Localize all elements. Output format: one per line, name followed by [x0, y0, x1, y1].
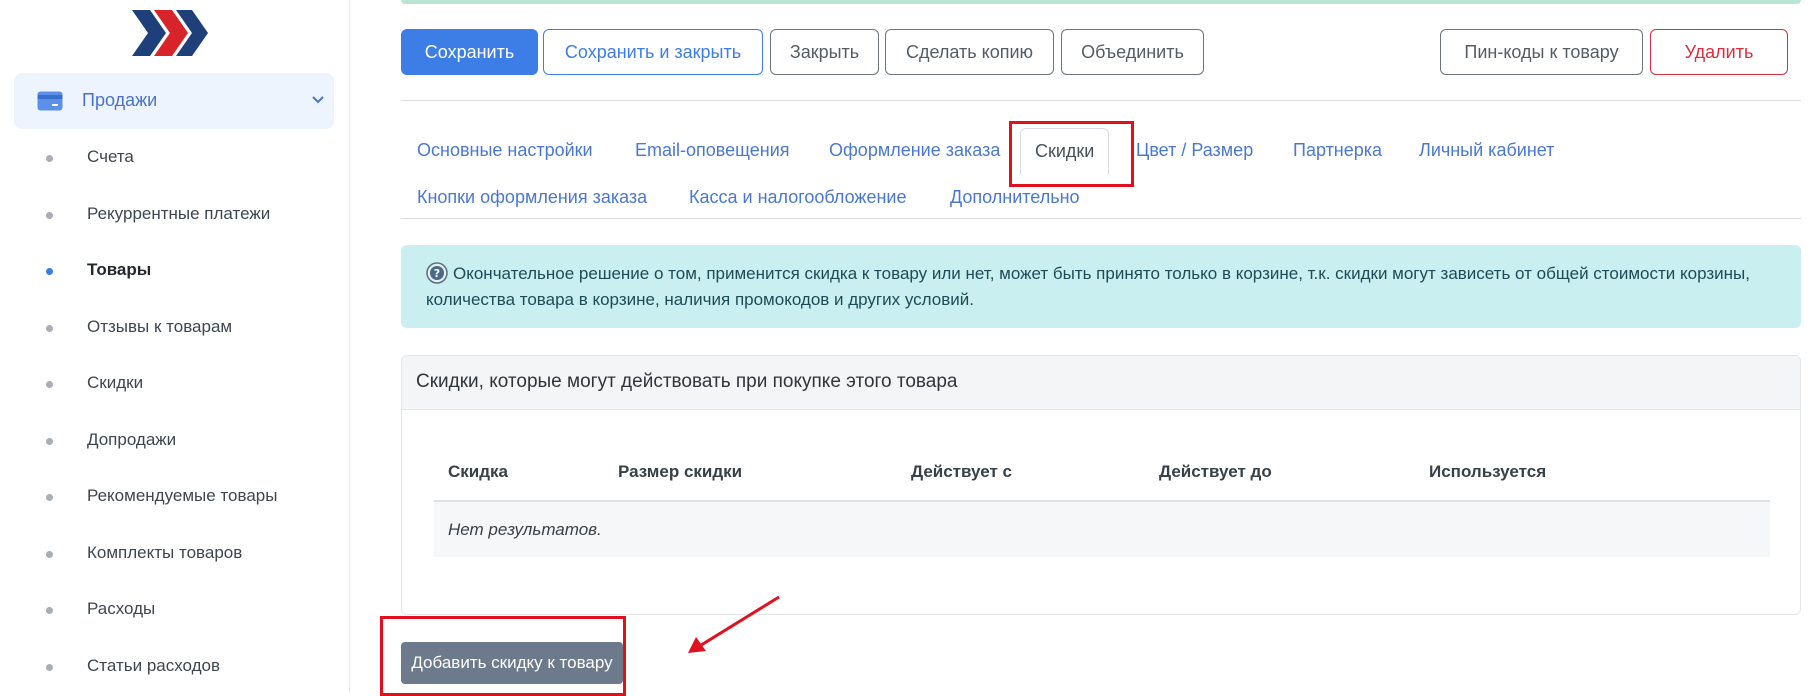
- sidebar-item-invoices[interactable]: Счета: [0, 130, 350, 187]
- sidebar-item-label: Рекомендуемые товары: [87, 486, 278, 505]
- sidebar-item-product-bundles[interactable]: Комплекты товаров: [0, 526, 350, 583]
- column-header-discount[interactable]: Скидка: [448, 462, 508, 482]
- info-text: Окончательное решение о том, применится …: [426, 264, 1750, 309]
- sidebar-group-label: Продажи: [82, 90, 158, 110]
- sidebar-item-label: Рекуррентные платежи: [87, 203, 271, 223]
- bullet-icon: [46, 381, 53, 388]
- bullet-icon: [46, 437, 53, 445]
- sidebar-item-label: Комплекты товаров: [87, 542, 243, 562]
- save-button[interactable]: Сохранить: [401, 29, 538, 75]
- tab-personal-account[interactable]: Личный кабинет: [1419, 140, 1554, 161]
- card-header: Скидки, которые могут действовать при по…: [402, 356, 1800, 410]
- column-header-discount-size[interactable]: Размер скидки: [618, 462, 742, 482]
- sidebar-subnav: Счета Рекуррентные платежи Товары Отзывы…: [0, 130, 350, 695]
- bullet-icon: [46, 663, 53, 671]
- merge-button[interactable]: Объединить: [1061, 29, 1204, 75]
- column-header-valid-from[interactable]: Действует с: [911, 462, 1012, 482]
- tab-affiliate[interactable]: Партнерка: [1293, 140, 1382, 161]
- sidebar-item-recurring-payments[interactable]: Рекуррентные платежи: [0, 187, 350, 244]
- success-strip: [401, 0, 1801, 4]
- sidebar-item-product-reviews[interactable]: Отзывы к товарам: [0, 300, 350, 357]
- tabs-divider: [401, 218, 1801, 219]
- table-row: Нет результатов.: [434, 502, 1770, 557]
- bullet-icon: [46, 155, 53, 162]
- sidebar-item-upsells[interactable]: Допродажи: [0, 413, 350, 470]
- sidebar-group-sales[interactable]: Продажи: [14, 73, 334, 129]
- sidebar-item-label: Товары: [87, 260, 152, 279]
- tab-checkout-design[interactable]: Оформление заказа: [829, 140, 1000, 161]
- chevron-down-icon: [312, 96, 324, 104]
- discounts-card: Скидки, которые могут действовать при по…: [401, 355, 1801, 615]
- sidebar-item-discounts[interactable]: Скидки: [0, 356, 350, 413]
- add-discount-to-product-button[interactable]: Добавить скидку к товару: [401, 642, 623, 684]
- sidebar-item-expenses[interactable]: Расходы: [0, 582, 350, 639]
- bullet-icon: [46, 550, 53, 558]
- tab-discounts[interactable]: Скидки: [1020, 128, 1110, 174]
- info-alert: ? Окончательное решение о том, применитс…: [401, 245, 1801, 328]
- make-copy-button[interactable]: Сделать копию: [885, 29, 1054, 75]
- tab-email-notifications[interactable]: Email-оповещения: [635, 140, 790, 161]
- logo-chevrons-icon[interactable]: [130, 8, 210, 58]
- sidebar-item-label: Отзывы к товарам: [87, 316, 233, 336]
- sidebar-item-label: Статьи расходов: [87, 655, 221, 675]
- card-title: Скидки, которые могут действовать при по…: [416, 371, 958, 392]
- bullet-icon: [46, 607, 53, 614]
- column-header-valid-until[interactable]: Действует до: [1159, 462, 1272, 482]
- column-header-in-use[interactable]: Используется: [1429, 462, 1546, 482]
- tab-additional[interactable]: Дополнительно: [950, 187, 1080, 208]
- sidebar-item-label: Скидки: [87, 373, 144, 392]
- credit-card-icon: [37, 91, 63, 111]
- main-content: Сохранить Сохранить и закрыть Закрыть Сд…: [351, 0, 1819, 696]
- sidebar-item-expense-categories[interactable]: Статьи расходов: [0, 639, 350, 696]
- pin-codes-button[interactable]: Пин-коды к товару: [1440, 29, 1643, 75]
- delete-button[interactable]: Удалить: [1650, 29, 1788, 75]
- tab-color-size[interactable]: Цвет / Размер: [1136, 140, 1253, 161]
- tab-cashier-taxation[interactable]: Касса и налогообложение: [689, 187, 907, 208]
- bullet-icon: [46, 324, 53, 332]
- bullet-icon: [46, 494, 53, 501]
- bullet-icon: [46, 268, 53, 275]
- sidebar-item-label: Счета: [87, 147, 134, 166]
- bullet-icon: [46, 211, 53, 219]
- toolbar-divider: [401, 100, 1801, 101]
- empty-results-text: Нет результатов.: [448, 520, 602, 539]
- tab-main-settings[interactable]: Основные настройки: [417, 140, 593, 161]
- sidebar: Продажи Счета Рекуррентные платежи Товар…: [0, 0, 350, 693]
- tab-checkout-buttons[interactable]: Кнопки оформления заказа: [417, 187, 647, 208]
- sidebar-item-label: Расходы: [87, 599, 156, 618]
- save-and-close-button[interactable]: Сохранить и закрыть: [543, 29, 763, 75]
- sidebar-item-products[interactable]: Товары: [0, 243, 350, 300]
- sidebar-item-label: Допродажи: [87, 429, 177, 449]
- close-button[interactable]: Закрыть: [770, 29, 879, 75]
- sidebar-item-recommended-products[interactable]: Рекомендуемые товары: [0, 469, 350, 526]
